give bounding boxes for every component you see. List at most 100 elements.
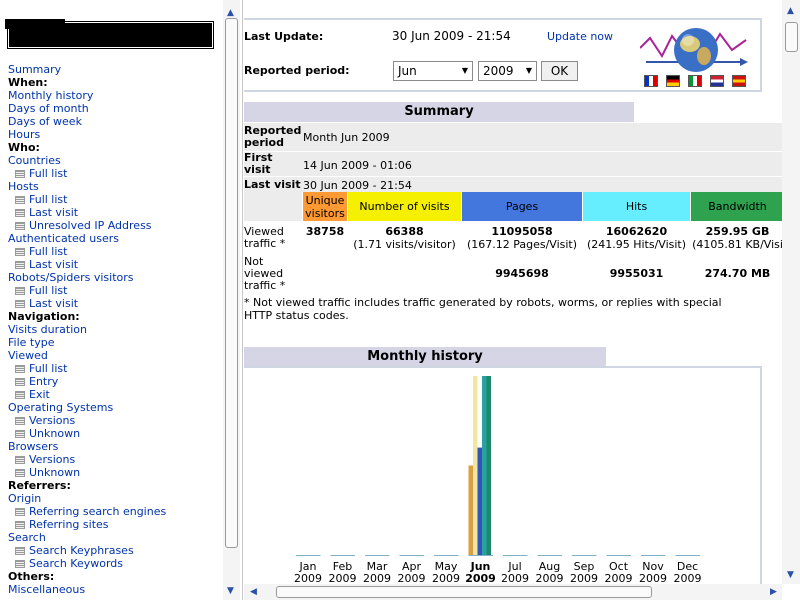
french-flag-icon[interactable]: [644, 75, 658, 87]
left-menu-frame: Summary When: Monthly history Days of month…: [0, 0, 243, 600]
menu-item[interactable]: Robots/Spiders visitors: [8, 271, 223, 284]
scroll-right-arrow-icon[interactable]: ▶: [770, 587, 777, 597]
menu-label: When:: [8, 76, 48, 89]
chart-baseline-segment: [572, 555, 597, 556]
last-visit-label: Last visit: [244, 178, 301, 191]
not-viewed-traffic-row: Not viewed traffic * 9945698 9955031 274…: [244, 254, 784, 294]
menu-item[interactable]: Origin: [8, 492, 223, 505]
menu-subitem[interactable]: Last visit: [8, 297, 223, 310]
last-update-label: Last Update:: [244, 30, 324, 43]
menu-subitem[interactable]: Versions: [8, 453, 223, 466]
menu-item[interactable]: Browsers: [8, 440, 223, 453]
menu-subitem[interactable]: Full list: [8, 284, 223, 297]
menu-subitem[interactable]: Referring sites: [8, 518, 223, 531]
list-bullet-icon: [15, 430, 25, 438]
menu-item[interactable]: Monthly history: [8, 89, 223, 102]
scroll-up-arrow-icon[interactable]: ▲: [227, 8, 234, 18]
menu-item[interactable]: Summary: [8, 63, 223, 76]
menu-label: Viewed: [8, 349, 48, 362]
scroll-down-arrow-icon[interactable]: ▼: [227, 586, 234, 596]
menu-label: Versions: [29, 414, 76, 427]
menu-item[interactable]: Authenticated users: [8, 232, 223, 245]
menu-subitem[interactable]: Unresolved IP Address: [8, 219, 223, 232]
year-select[interactable]: 2009 ▼: [478, 61, 537, 81]
menu-item[interactable]: Hosts: [8, 180, 223, 193]
menu-subitem[interactable]: Last visit: [8, 258, 223, 271]
menu-item[interactable]: Visits duration: [8, 323, 223, 336]
menu-section-header: Navigation:: [8, 310, 223, 323]
navigation-menu: Summary When: Monthly history Days of month…: [8, 63, 223, 596]
unique-visitors-value: 38758: [305, 225, 345, 238]
hits-value: 16062620: [605, 225, 668, 238]
scroll-down-arrow-icon[interactable]: ▼: [787, 570, 794, 580]
menu-subitem[interactable]: Unknown: [8, 427, 223, 440]
menu-label: Who:: [8, 141, 40, 154]
menu-item[interactable]: Days of week: [8, 115, 223, 128]
menu-item[interactable]: File type: [8, 336, 223, 349]
last-update-value: 30 Jun 2009 - 21:54: [392, 29, 511, 43]
chart-baseline-segment: [675, 555, 700, 556]
menu-subitem[interactable]: Referring search engines: [8, 505, 223, 518]
menu-subitem[interactable]: Search Keyphrases: [8, 544, 223, 557]
hits-header: Hits: [583, 192, 690, 221]
menu-label: Summary: [8, 63, 62, 76]
menu-label: Days of week: [8, 115, 82, 128]
monthly-history-chart: Jan 2009 Feb 2009 Mar 2009 Apr 2009 May 2009 Jun 20…: [244, 366, 762, 590]
scrollbar-thumb[interactable]: [225, 18, 238, 548]
menu-subitem[interactable]: Full list: [8, 167, 223, 180]
menu-item[interactable]: Miscellaneous: [8, 583, 223, 596]
month-select[interactable]: Jun ▼: [393, 61, 473, 81]
scroll-left-arrow-icon[interactable]: ◀: [250, 587, 257, 597]
menu-subitem[interactable]: Search Keywords: [8, 557, 223, 570]
chart-baseline-segment: [296, 555, 321, 556]
menu-label: Last visit: [29, 206, 79, 219]
scroll-up-arrow-icon[interactable]: ▲: [787, 6, 794, 16]
german-flag-icon[interactable]: [666, 75, 680, 87]
menu-label: Visits duration: [8, 323, 87, 336]
menu-subitem[interactable]: Unknown: [8, 466, 223, 479]
scrollbar-thumb[interactable]: [276, 586, 652, 598]
menu-subitem[interactable]: Exit: [8, 388, 223, 401]
menu-label: Countries: [8, 154, 61, 167]
list-bullet-icon: [15, 417, 25, 425]
list-bullet-icon: [15, 521, 25, 529]
ok-button[interactable]: OK: [541, 61, 578, 81]
list-bullet-icon: [15, 560, 25, 568]
list-bullet-icon: [15, 378, 25, 386]
menu-label: Full list: [29, 167, 68, 180]
left-vertical-scrollbar[interactable]: ▲ ▼: [223, 0, 240, 600]
list-bullet-icon: [15, 508, 25, 516]
month-select-value: Jun: [398, 64, 417, 78]
dutch-flag-icon[interactable]: [710, 75, 724, 87]
menu-subitem[interactable]: Versions: [8, 414, 223, 427]
menu-label: Origin: [8, 492, 42, 505]
visits-per-visitor: (1.71 visits/visitor): [353, 238, 456, 251]
hits-per-visit: (241.95 Hits/Visit): [586, 238, 687, 251]
menu-subitem[interactable]: Entry: [8, 375, 223, 388]
menu-subitem[interactable]: Full list: [8, 362, 223, 375]
menu-item[interactable]: Hours: [8, 128, 223, 141]
menu-label: Unknown: [29, 427, 81, 440]
menu-label: Full list: [29, 362, 68, 375]
menu-item[interactable]: Days of month: [8, 102, 223, 115]
menu-label: Miscellaneous: [8, 583, 86, 596]
chart-baseline-segment: [399, 555, 424, 556]
scrollbar-thumb[interactable]: [785, 22, 798, 52]
not-viewed-bandwidth-value: 274.70 MB: [704, 267, 771, 280]
menu-subitem[interactable]: Full list: [8, 193, 223, 206]
horizontal-scrollbar[interactable]: ◀ ▶: [244, 584, 782, 600]
chart-baseline-segment: [468, 555, 493, 556]
italian-flag-icon[interactable]: [688, 75, 702, 87]
site-logo[interactable]: [5, 19, 214, 49]
menu-label: Authenticated users: [8, 232, 119, 245]
menu-subitem[interactable]: Last visit: [8, 206, 223, 219]
update-now-link[interactable]: Update now: [547, 30, 613, 43]
menu-subitem[interactable]: Full list: [8, 245, 223, 258]
menu-item[interactable]: Countries: [8, 154, 223, 167]
menu-item[interactable]: Operating Systems: [8, 401, 223, 414]
right-vertical-scrollbar[interactable]: ▲ ▼: [782, 0, 800, 584]
reported-period-row-label: Reported period: [244, 124, 302, 149]
menu-item[interactable]: Viewed: [8, 349, 223, 362]
menu-item[interactable]: Search: [8, 531, 223, 544]
spanish-flag-icon[interactable]: [732, 75, 746, 87]
